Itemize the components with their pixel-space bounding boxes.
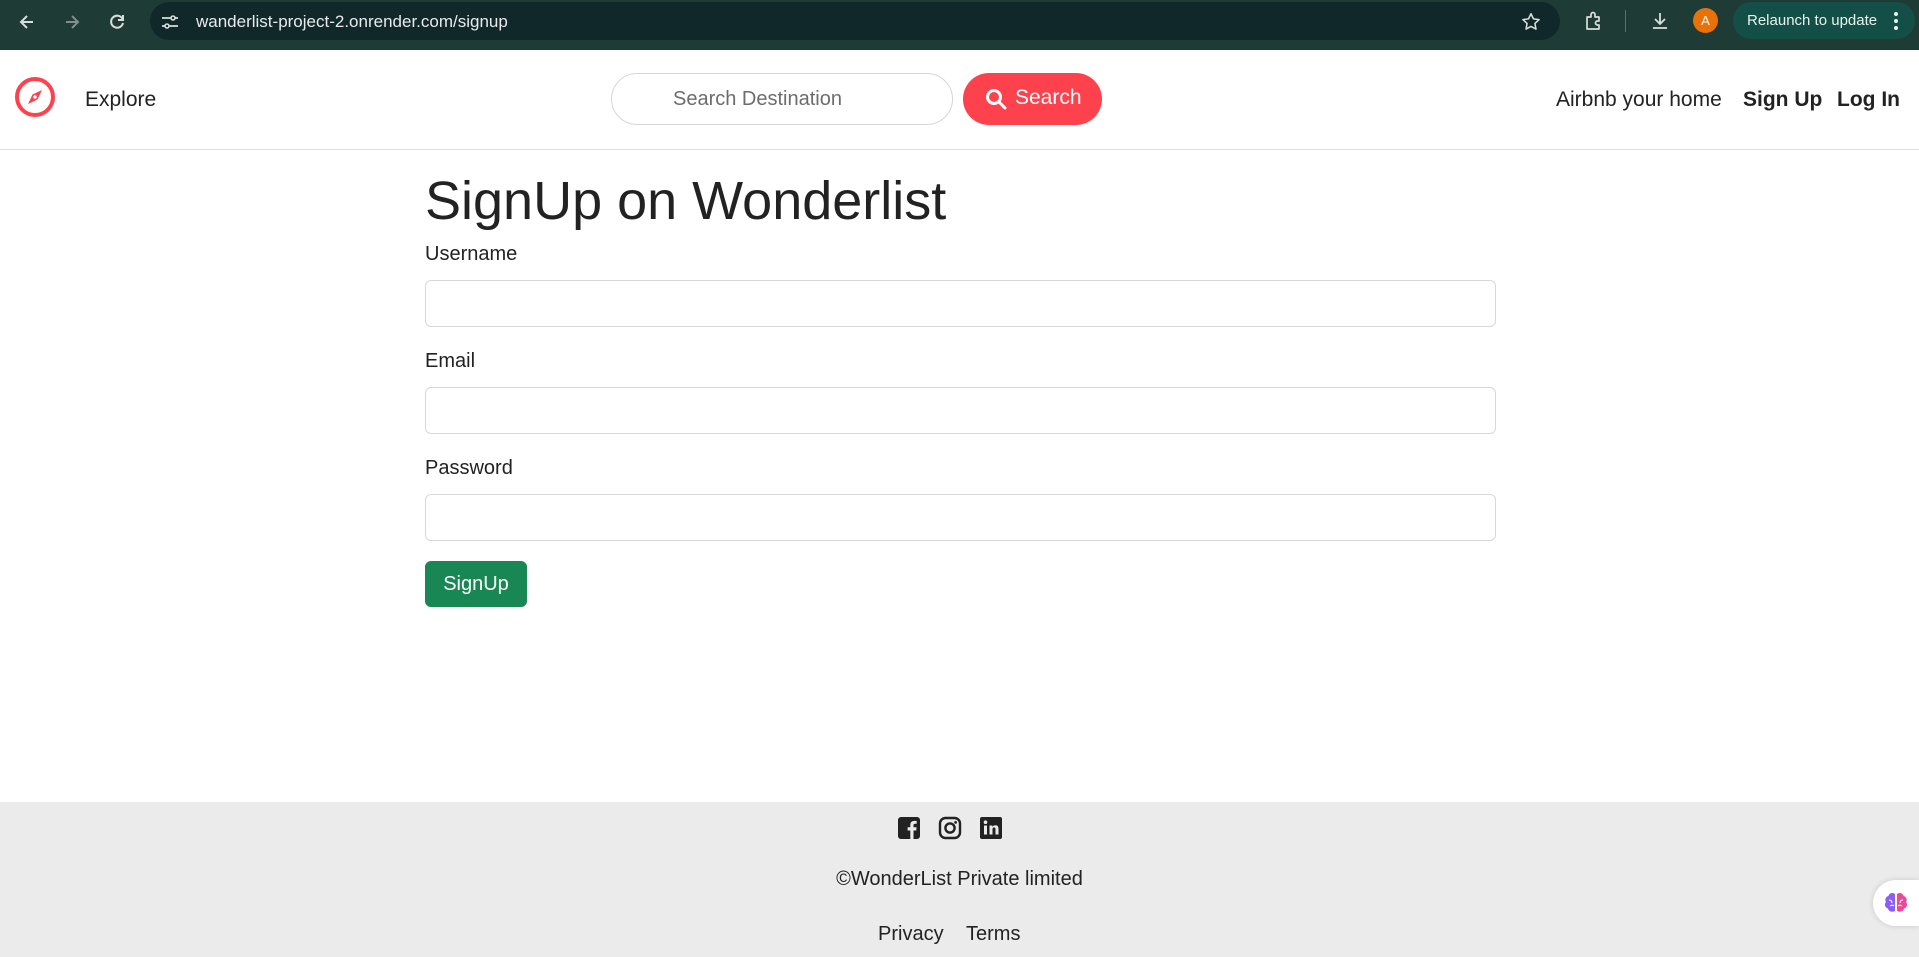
email-field[interactable]: [425, 387, 1496, 434]
more-vertical-icon[interactable]: [1891, 10, 1901, 32]
explore-link[interactable]: Explore: [85, 88, 156, 112]
site-settings-icon[interactable]: [160, 12, 180, 32]
back-button[interactable]: [13, 8, 41, 36]
relaunch-label: Relaunch to update: [1747, 12, 1878, 29]
sign-up-link[interactable]: Sign Up: [1743, 88, 1822, 112]
compass-logo-icon[interactable]: [14, 76, 56, 118]
username-field[interactable]: [425, 280, 1496, 327]
search-button[interactable]: Search: [963, 73, 1102, 125]
terms-link[interactable]: Terms: [966, 923, 1020, 946]
bookmark-star-icon[interactable]: [1520, 11, 1542, 33]
search-destination-input[interactable]: Search Destination: [611, 73, 953, 125]
password-label: Password: [425, 457, 513, 479]
site-navbar: Explore Search Destination Search Airbnb…: [0, 50, 1919, 150]
forward-arrow-icon: [66, 15, 80, 29]
assistant-widget-button[interactable]: [1873, 880, 1919, 926]
log-in-link[interactable]: Log In: [1837, 88, 1900, 112]
page-title: SignUp on Wonderlist: [425, 171, 947, 231]
reload-icon: [110, 14, 124, 29]
password-field[interactable]: [425, 494, 1496, 541]
facebook-icon[interactable]: [897, 816, 921, 840]
airbnb-your-home-link[interactable]: Airbnb your home: [1556, 88, 1722, 112]
relaunch-button[interactable]: Relaunch to update: [1733, 2, 1915, 39]
privacy-link[interactable]: Privacy: [878, 923, 944, 946]
toolbar-divider: [1625, 10, 1626, 32]
profile-avatar[interactable]: A: [1693, 8, 1718, 33]
copyright-text: ©WonderList Private limited: [836, 868, 1083, 890]
linkedin-icon[interactable]: [979, 816, 1003, 840]
extensions-puzzle-icon[interactable]: [1582, 9, 1606, 33]
url-text[interactable]: wanderlist-project-2.onrender.com/signup: [196, 12, 508, 32]
reload-button[interactable]: [103, 8, 131, 36]
search-icon: [986, 89, 1007, 110]
brain-icon: [1884, 892, 1908, 912]
search-button-label: Search: [1015, 86, 1082, 109]
download-icon[interactable]: [1648, 9, 1672, 33]
search-placeholder: Search Destination: [673, 88, 842, 110]
back-arrow-icon: [19, 15, 33, 29]
email-label: Email: [425, 350, 476, 372]
site-footer: ©WonderList Private limited Privacy Term…: [0, 802, 1919, 957]
signup-submit-button[interactable]: SignUp: [425, 561, 527, 607]
forward-button[interactable]: [58, 8, 86, 36]
username-label: Username: [425, 243, 518, 265]
browser-toolbar: wanderlist-project-2.onrender.com/signup…: [0, 0, 1919, 50]
address-bar[interactable]: wanderlist-project-2.onrender.com/signup: [150, 2, 1560, 40]
instagram-icon[interactable]: [938, 816, 962, 840]
